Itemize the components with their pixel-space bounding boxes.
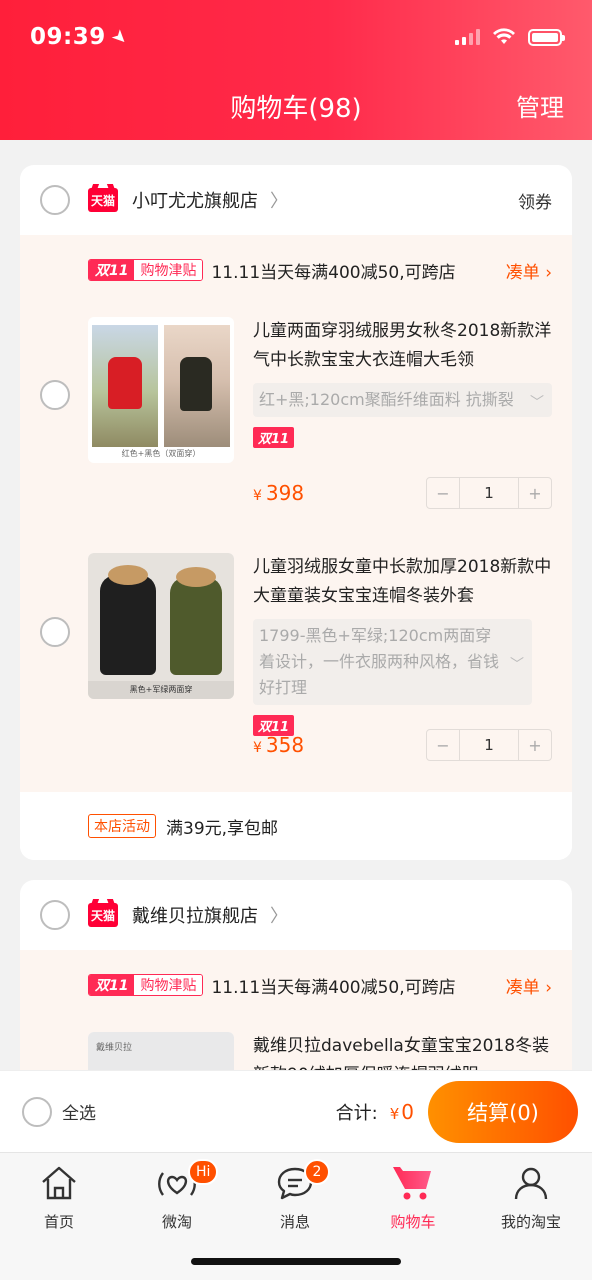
store-card: 天猫 戴维贝拉旗舰店 〉 双11 购物津贴 11.11当天每满400减50,可跨… [20, 880, 572, 1070]
tab-home[interactable]: 首页 [0, 1159, 118, 1232]
store-name[interactable]: 小叮尤尤旗舰店 [132, 187, 258, 213]
home-indicator[interactable] [191, 1258, 401, 1265]
chevron-right-icon[interactable]: 〉 [270, 187, 288, 213]
promo-tag-label: 购物津贴 [134, 260, 203, 280]
item-select-radio[interactable] [40, 617, 70, 647]
tab-messages[interactable]: 2 消息 [236, 1159, 354, 1232]
settle-button[interactable]: 结算(0) [428, 1080, 578, 1143]
decrease-button[interactable]: − [427, 730, 459, 760]
chevron-down-icon: ﹀ [530, 395, 544, 411]
tab-label: 购物车 [390, 1213, 436, 1231]
chevron-down-icon: ﹀ [510, 657, 524, 673]
price: ¥398 [253, 481, 305, 505]
location-arrow-icon: ➤ [106, 24, 133, 50]
tab-label: 微淘 [161, 1213, 192, 1231]
promo-row: 双11 购物津贴 11.11当天每满400减50,可跨店 凑单 › [20, 950, 572, 1020]
promo-text: 11.11当天每满400减50,可跨店 [211, 977, 456, 998]
store-card: 天猫 小叮尤尤旗舰店 〉 领券 双11 购物津贴 11.11当天每满400减50… [20, 165, 572, 860]
store-body: 双11 购物津贴 11.11当天每满400减50,可跨店 凑单 › 戴维贝拉 戴… [20, 950, 572, 1070]
cart-item: 戴维贝拉 戴维贝拉davebella女童宝宝2018冬装新款90绒加厚保暖连帽羽… [20, 1020, 572, 1070]
cart-icon [354, 1159, 472, 1207]
tab-label: 我的淘宝 [500, 1213, 561, 1231]
store-select-radio[interactable] [40, 900, 70, 930]
make-order-link[interactable]: 凑单 › [506, 973, 552, 998]
item-select-radio[interactable] [40, 380, 70, 410]
select-all-label[interactable]: 全选 [62, 1099, 96, 1124]
chevron-right-icon[interactable]: 〉 [270, 902, 288, 928]
cart-item: 红色+黑色（双面穿） 儿童两面穿羽绒服男女秋冬2018新款洋气中长款宝宝大衣连帽… [20, 305, 572, 545]
status-time: 09:39 [30, 24, 106, 50]
product-image[interactable]: 戴维贝拉 [88, 1032, 234, 1070]
sku-text: 红+黑;120cm聚酯纤维面料 抗撕裂 [259, 390, 514, 409]
signal-icon [455, 29, 480, 45]
promo-text: 11.11当天每满400减50,可跨店 [211, 262, 456, 283]
increase-button[interactable]: + [519, 478, 551, 508]
select-all-radio[interactable] [22, 1096, 52, 1127]
promo-row: 双11 购物津贴 11.11当天每满400减50,可跨店 凑单 › [20, 235, 572, 305]
total-amount: ¥0 [389, 1099, 414, 1124]
sku-selector[interactable]: 1799-黑色+军绿;120cm两面穿着设计，一件衣服两种风格，省钱好打理 ﹀ [253, 619, 532, 705]
shop-promo-row: 本店活动 满39元,享包邮 [20, 792, 572, 860]
header: 09:39 ➤ 购物车(98) 管理 [0, 0, 592, 140]
store-header: 天猫 戴维贝拉旗舰店 〉 [20, 880, 572, 950]
tmall-icon: 天猫 [88, 903, 118, 927]
checkout-bar: 全选 合计: ¥0 结算(0) [0, 1070, 592, 1152]
page-title: 购物车(98) [230, 94, 362, 124]
double11-badge: 双11 [253, 427, 295, 448]
total-label: 合计: [335, 1102, 378, 1124]
promo-tag: 双11 购物津贴 [88, 259, 204, 281]
product-title[interactable]: 戴维贝拉davebella女童宝宝2018冬装新款90绒加厚保暖连帽羽绒服 [253, 1032, 552, 1070]
status-bar: 09:39 ➤ [30, 22, 565, 52]
decrease-button[interactable]: − [427, 478, 459, 508]
quantity-stepper[interactable]: − 1 + [426, 477, 552, 509]
increase-button[interactable]: + [519, 730, 551, 760]
home-icon [0, 1159, 118, 1207]
cart-item: 黑色+军绿两面穿 儿童羽绒服女童中长款加厚2018新款中大童童装女宝宝连帽冬装外… [20, 545, 572, 792]
cart-list[interactable]: 天猫 小叮尤尤旗舰店 〉 领券 双11 购物津贴 11.11当天每满400减50… [0, 140, 592, 1070]
weitao-badge: Hi [188, 1159, 219, 1185]
tab-label: 首页 [43, 1213, 74, 1231]
sku-selector[interactable]: 红+黑;120cm聚酯纤维面料 抗撕裂 ﹀ [253, 383, 552, 417]
product-title[interactable]: 儿童羽绒服女童中长款加厚2018新款中大童童装女宝宝连帽冬装外套 [253, 553, 552, 611]
tmall-icon: 天猫 [88, 188, 118, 212]
tab-label: 消息 [279, 1213, 310, 1231]
promo-tag-label: 购物津贴 [134, 975, 203, 995]
chevron-right-icon: › [545, 977, 552, 998]
shop-activity-text: 满39元,享包邮 [166, 818, 279, 839]
image-caption: 红色+黑色（双面穿） [121, 449, 201, 458]
store-header: 天猫 小叮尤尤旗舰店 〉 领券 [20, 165, 572, 235]
message-badge: 2 [304, 1159, 330, 1185]
store-body: 双11 购物津贴 11.11当天每满400减50,可跨店 凑单 › 红色+黑色（… [20, 235, 572, 792]
image-caption: 黑色+军绿两面穿 [88, 681, 234, 699]
promo-tag-double11: 双11 [89, 975, 135, 995]
battery-icon [528, 28, 565, 46]
weitao-icon: Hi [118, 1159, 236, 1207]
promo-tag: 双11 购物津贴 [88, 974, 204, 996]
product-image[interactable]: 黑色+军绿两面穿 [88, 553, 234, 699]
coupon-button[interactable]: 领券 [518, 188, 552, 213]
product-title[interactable]: 儿童两面穿羽绒服男女秋冬2018新款洋气中长款宝宝大衣连帽大毛领 [253, 317, 552, 375]
quantity-value[interactable]: 1 [459, 730, 519, 760]
wifi-icon [492, 28, 516, 46]
tab-cart[interactable]: 购物车 [354, 1159, 472, 1232]
product-image[interactable]: 红色+黑色（双面穿） [88, 317, 234, 463]
message-icon: 2 [236, 1159, 354, 1207]
store-select-radio[interactable] [40, 185, 70, 215]
price: ¥358 [253, 733, 305, 757]
chevron-right-icon: › [545, 262, 552, 283]
tab-profile[interactable]: 我的淘宝 [472, 1159, 590, 1232]
profile-icon [472, 1159, 590, 1207]
manage-button[interactable]: 管理 [516, 88, 564, 123]
quantity-value[interactable]: 1 [459, 478, 519, 508]
quantity-stepper[interactable]: − 1 + [426, 729, 552, 761]
tab-weitao[interactable]: Hi 微淘 [118, 1159, 236, 1232]
image-caption: 戴维贝拉 [96, 1043, 133, 1053]
shop-activity-tag: 本店活动 [88, 814, 156, 838]
sku-text: 1799-黑色+军绿;120cm两面穿着设计，一件衣服两种风格，省钱好打理 [259, 626, 500, 697]
make-order-link[interactable]: 凑单 › [506, 258, 552, 283]
store-name[interactable]: 戴维贝拉旗舰店 [132, 902, 258, 928]
promo-tag-double11: 双11 [89, 260, 135, 280]
